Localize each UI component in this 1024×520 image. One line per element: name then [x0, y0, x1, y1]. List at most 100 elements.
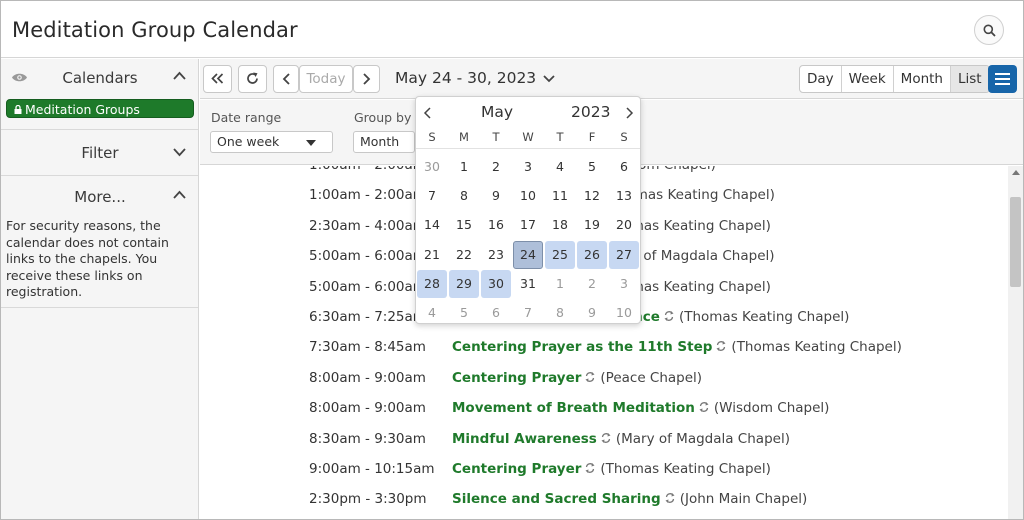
- calendar-day[interactable]: 3: [513, 153, 543, 181]
- calendar-day[interactable]: 19: [577, 211, 607, 239]
- chevron-up-icon[interactable]: [173, 190, 186, 199]
- calendar-item-label: Meditation Groups: [25, 102, 140, 117]
- menu-button[interactable]: [988, 65, 1017, 93]
- date-range-title[interactable]: May 24 - 30, 2023: [395, 69, 555, 87]
- chevron-down-icon[interactable]: [173, 148, 186, 157]
- event-entry: Silence and Sacred Sharing (John Main Cha…: [452, 491, 807, 507]
- event-name-link[interactable]: Silence and Sacred Sharing: [452, 491, 661, 507]
- event-row: 2:30pm - 3:30pm Silence and Sacred Sharin…: [200, 485, 1008, 515]
- previous-month-icon[interactable]: [423, 107, 432, 119]
- calendars-section: Calendars Meditation Groups: [1, 59, 198, 130]
- event-name-link[interactable]: Movement of Breath Meditation: [452, 400, 695, 416]
- calendar-day[interactable]: 29: [449, 269, 479, 298]
- repeat-icon: [665, 493, 675, 504]
- scroll-up-arrow-icon[interactable]: [1012, 170, 1020, 175]
- calendar-day[interactable]: 10: [609, 299, 639, 327]
- event-name-link[interactable]: Centering Prayer: [452, 461, 581, 477]
- app-window: Meditation Group Calendar Calendars Medi…: [0, 0, 1024, 520]
- calendar-day[interactable]: 17: [513, 211, 543, 239]
- scrollbar[interactable]: [1008, 166, 1023, 519]
- calendar-day[interactable]: 23: [481, 241, 511, 269]
- calendar-day[interactable]: 30: [417, 153, 447, 181]
- calendar-day[interactable]: 6: [481, 299, 511, 327]
- calendar-item-meditation-groups[interactable]: Meditation Groups: [6, 99, 194, 118]
- calendar-day[interactable]: 20: [609, 211, 639, 239]
- view-month-button[interactable]: Month: [894, 66, 951, 92]
- filter-header[interactable]: Filter: [1, 134, 198, 172]
- calendar-day[interactable]: 24: [513, 240, 543, 269]
- calendar-day[interactable]: 5: [577, 153, 607, 181]
- event-entry: Mindful Awareness (Mary of Magdala Chapel…: [452, 431, 790, 447]
- event-row: 7:30am - 8:45am Centering Prayer as the 1…: [200, 333, 1008, 363]
- group-by-select[interactable]: Month: [353, 131, 415, 153]
- view-list-button[interactable]: List: [951, 66, 989, 92]
- filter-section: Filter: [1, 130, 198, 176]
- event-time: 2:30am - 4:00am: [309, 217, 426, 234]
- more-header[interactable]: More...: [1, 178, 198, 216]
- chevron-up-icon[interactable]: [173, 71, 186, 80]
- date-picker-popup: May 2023 S M T W T F S 30 1 2 3 4 5 6 7 8 9 10 11 12 13 14 15 1…: [415, 96, 641, 324]
- view-week-button[interactable]: Week: [842, 66, 894, 92]
- calendar-day[interactable]: 4: [545, 153, 575, 181]
- calendar-day[interactable]: 21: [417, 241, 447, 269]
- event-time: 5:00am - 6:00am: [309, 248, 426, 265]
- calendar-day[interactable]: 10: [513, 182, 543, 210]
- today-button[interactable]: Today: [299, 65, 353, 93]
- event-location: (Thomas Keating Chapel): [600, 461, 771, 477]
- event-name-link[interactable]: Mindful Awareness: [452, 431, 597, 447]
- calendar-day[interactable]: 16: [481, 211, 511, 239]
- more-label: More...: [74, 188, 126, 206]
- calendar-day[interactable]: 25: [545, 240, 575, 269]
- calendar-day[interactable]: 13: [609, 182, 639, 210]
- repeat-icon: [664, 311, 674, 321]
- event-time: 2:30pm - 3:30pm: [309, 491, 427, 508]
- calendar-day[interactable]: 4: [417, 299, 447, 327]
- calendar-day[interactable]: 1: [545, 270, 575, 298]
- calendar-day[interactable]: 8: [449, 182, 479, 210]
- calendar-day[interactable]: 15: [449, 211, 479, 239]
- next-button[interactable]: [353, 65, 380, 93]
- weekday-header: M: [459, 130, 469, 144]
- calendar-day[interactable]: 7: [513, 299, 543, 327]
- event-name-link[interactable]: Centering Prayer as the 11th Step: [452, 339, 712, 355]
- refresh-icon: [247, 72, 258, 84]
- calendar-day[interactable]: 2: [481, 153, 511, 181]
- event-time: 6:30am - 7:25am: [309, 309, 426, 325]
- picker-month[interactable]: May: [481, 103, 513, 121]
- calendar-day[interactable]: 2: [577, 270, 607, 298]
- previous-range-button[interactable]: [203, 65, 232, 93]
- next-month-icon[interactable]: [625, 107, 634, 119]
- calendar-day[interactable]: 6: [609, 153, 639, 181]
- date-range-select[interactable]: One week: [210, 131, 333, 153]
- calendar-day[interactable]: 14: [417, 211, 447, 239]
- calendar-day[interactable]: 3: [609, 270, 639, 298]
- search-button[interactable]: [974, 15, 1004, 45]
- calendars-header[interactable]: Calendars: [1, 59, 198, 97]
- filter-label: Filter: [81, 144, 119, 162]
- calendar-day[interactable]: 9: [577, 299, 607, 327]
- calendar-day[interactable]: 9: [481, 182, 511, 210]
- calendar-day[interactable]: 30: [481, 269, 511, 298]
- calendar-day[interactable]: 22: [449, 241, 479, 269]
- calendar-day[interactable]: 28: [417, 269, 447, 298]
- double-chevron-left-icon: [211, 73, 224, 84]
- event-location: (Mary of Magdala Chapel): [615, 430, 790, 447]
- weekday-header: S: [620, 130, 628, 144]
- refresh-button[interactable]: [238, 65, 267, 93]
- calendar-day[interactable]: 5: [449, 299, 479, 327]
- calendar-day[interactable]: 12: [577, 182, 607, 210]
- sidebar: Calendars Meditation Groups Filter More.…: [1, 59, 199, 519]
- calendar-day[interactable]: 27: [609, 240, 639, 269]
- picker-year[interactable]: 2023: [571, 103, 610, 121]
- calendar-day[interactable]: 31: [513, 270, 543, 298]
- calendar-day[interactable]: 18: [545, 211, 575, 239]
- event-name-link[interactable]: Centering Prayer: [452, 370, 581, 386]
- calendar-day[interactable]: 11: [545, 182, 575, 210]
- calendar-day[interactable]: 26: [577, 240, 607, 269]
- view-day-button[interactable]: Day: [800, 66, 842, 92]
- calendar-day[interactable]: 1: [449, 153, 479, 181]
- previous-button[interactable]: [273, 65, 299, 93]
- scroll-thumb[interactable]: [1010, 197, 1021, 287]
- calendar-day[interactable]: 7: [417, 182, 447, 210]
- calendar-day[interactable]: 8: [545, 299, 575, 327]
